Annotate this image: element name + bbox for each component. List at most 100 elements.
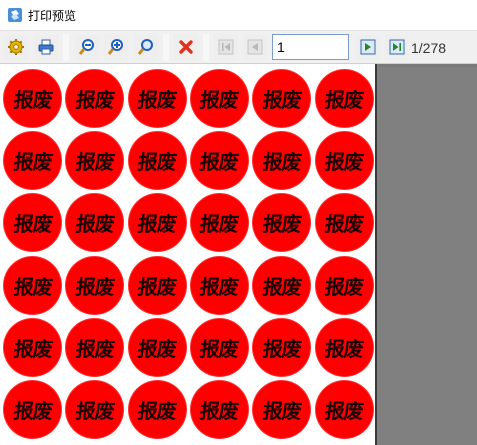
stamp-item: 报废 bbox=[253, 381, 311, 438]
stamp-item: 报废 bbox=[253, 194, 311, 252]
stamp-text: 报废 bbox=[261, 88, 302, 112]
stamp-text: 报废 bbox=[198, 399, 240, 423]
stamp-text: 报废 bbox=[136, 212, 178, 237]
stamp-text: 报废 bbox=[198, 336, 240, 361]
stamp-item: 报废 bbox=[190, 381, 248, 438]
stamp-item: 报废 bbox=[253, 318, 311, 376]
stamp-text: 报废 bbox=[74, 274, 115, 299]
close-icon bbox=[179, 40, 193, 54]
stamp-item: 报废 bbox=[253, 132, 311, 190]
stamp-text: 报废 bbox=[74, 212, 115, 237]
stamp-item: 报废 bbox=[66, 194, 124, 252]
stamp-text: 报废 bbox=[136, 399, 178, 423]
stamp-text: 报废 bbox=[12, 150, 53, 175]
page-count-label: 1/278 bbox=[411, 40, 447, 56]
print-button[interactable] bbox=[34, 35, 58, 59]
stamp-item: 报废 bbox=[4, 194, 61, 252]
toolbar-separator bbox=[63, 34, 69, 61]
printer-icon bbox=[38, 39, 54, 55]
stamp-item: 报废 bbox=[4, 381, 61, 438]
stamp-text: 报废 bbox=[12, 399, 53, 423]
prev-page-button[interactable] bbox=[243, 35, 267, 59]
zoom-fit-button[interactable] bbox=[134, 35, 158, 59]
last-page-button[interactable] bbox=[385, 35, 409, 59]
stamp-text: 报废 bbox=[198, 150, 240, 175]
title-bar: 打印预览 bbox=[0, 0, 477, 31]
toolbar-separator bbox=[163, 34, 169, 61]
stamp-text: 报废 bbox=[12, 212, 53, 237]
stamp-text: 报废 bbox=[74, 399, 115, 423]
stamp-text: 报废 bbox=[198, 88, 240, 112]
stamp-item: 报废 bbox=[315, 381, 373, 438]
stamp-text: 报废 bbox=[261, 336, 302, 361]
preview-area[interactable]: 报废 报废 报废 报废 报废 报废 报废 报废 报废 报废 报废 报废 报废 报废 报废 报废 报废 报废 报废 报废… bbox=[0, 64, 477, 445]
page-number-input[interactable] bbox=[272, 34, 349, 60]
last-page-icon bbox=[389, 39, 405, 55]
stamp-text: 报废 bbox=[12, 336, 53, 361]
stamp-item: 报废 bbox=[190, 194, 248, 252]
toolbar-separator bbox=[203, 34, 209, 61]
stamp-text: 报废 bbox=[136, 336, 178, 361]
stamp-text: 报废 bbox=[261, 212, 302, 237]
stamp-item: 报废 bbox=[190, 132, 248, 190]
stamp-item: 报废 bbox=[66, 381, 124, 438]
first-page-button[interactable] bbox=[214, 35, 238, 59]
stamp-item: 报废 bbox=[66, 256, 124, 314]
zoom-in-button[interactable] bbox=[104, 35, 128, 59]
stamp-text: 报废 bbox=[12, 88, 53, 112]
next-page-icon bbox=[360, 39, 376, 55]
stamp-item: 报废 bbox=[4, 318, 61, 376]
close-button[interactable] bbox=[174, 35, 198, 59]
stamp-item: 报废 bbox=[315, 70, 373, 127]
stamp-text: 报废 bbox=[74, 88, 115, 112]
stamp-item: 报废 bbox=[190, 256, 248, 314]
stamp-item: 报废 bbox=[66, 132, 124, 190]
prev-page-icon bbox=[247, 39, 263, 55]
stamp-item: 报废 bbox=[315, 132, 373, 190]
stamp-text: 报废 bbox=[261, 274, 302, 299]
stamp-text: 报废 bbox=[261, 150, 302, 175]
stamp-text: 报废 bbox=[323, 150, 365, 175]
magnifier-icon bbox=[137, 39, 153, 55]
zoom-out-button[interactable] bbox=[75, 35, 99, 59]
first-page-icon bbox=[218, 39, 234, 55]
zoom-out-icon bbox=[78, 39, 94, 55]
stamp-text: 报废 bbox=[136, 150, 178, 175]
stamp-item: 报废 bbox=[4, 132, 61, 190]
stamp-text: 报废 bbox=[323, 336, 365, 361]
stamp-item: 报废 bbox=[315, 318, 373, 376]
stamp-item: 报废 bbox=[66, 70, 124, 127]
stamp-item: 报废 bbox=[253, 256, 311, 314]
stamp-item: 报废 bbox=[128, 318, 186, 376]
stamp-item: 报废 bbox=[4, 70, 61, 127]
stamp-text: 报废 bbox=[323, 399, 365, 423]
stamp-item: 报废 bbox=[128, 381, 186, 438]
stamp-item: 报废 bbox=[128, 256, 186, 314]
stamp-item: 报废 bbox=[253, 70, 311, 127]
gear-icon bbox=[8, 39, 24, 55]
stamp-text: 报废 bbox=[198, 274, 240, 299]
stamp-text: 报废 bbox=[12, 274, 53, 299]
stamp-item: 报废 bbox=[190, 70, 248, 127]
stamp-item: 报废 bbox=[66, 318, 124, 376]
page-setup-button[interactable] bbox=[4, 35, 28, 59]
app-icon bbox=[8, 8, 22, 22]
zoom-in-icon bbox=[107, 39, 123, 55]
stamp-text: 报废 bbox=[198, 212, 240, 237]
stamp-text: 报废 bbox=[136, 88, 178, 112]
stamp-text: 报废 bbox=[323, 274, 365, 299]
stamp-item: 报废 bbox=[128, 70, 186, 127]
stamp-text: 报废 bbox=[323, 212, 365, 237]
stamp-item: 报废 bbox=[128, 194, 186, 252]
preview-page: 报废 报废 报废 报废 报废 报废 报废 报废 报废 报废 报废 报废 报废 报废 报废 报废 报废 报废 报废 报废… bbox=[0, 64, 377, 445]
stamp-item: 报废 bbox=[190, 318, 248, 376]
stamp-text: 报废 bbox=[74, 336, 115, 361]
preview-shadow bbox=[379, 64, 477, 67]
next-page-button[interactable] bbox=[356, 35, 380, 59]
window-title: 打印预览 bbox=[28, 9, 77, 23]
stamp-item: 报废 bbox=[128, 132, 186, 190]
stamp-item: 报废 bbox=[4, 256, 61, 314]
stamp-text: 报废 bbox=[136, 274, 178, 299]
stamp-text: 报废 bbox=[323, 88, 365, 112]
stamp-item: 报废 bbox=[315, 256, 373, 314]
